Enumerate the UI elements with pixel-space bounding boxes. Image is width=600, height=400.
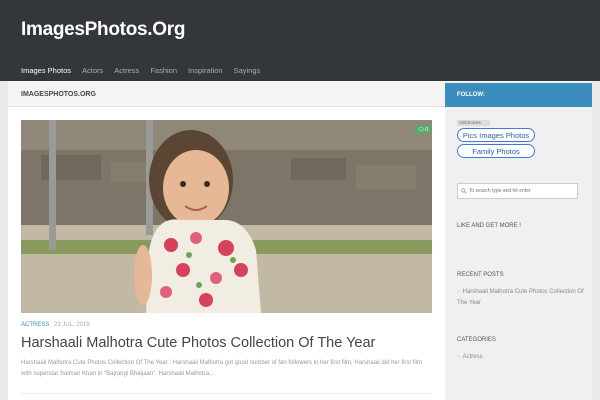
site-header: ImagesPhotos.Org Images Photos Actors Ac…: [0, 0, 600, 81]
recent-post-link[interactable]: Harshaali Malhotra Cute Photos Collectio…: [457, 289, 584, 306]
like-widget-title: LIKE AND GET MORE !: [457, 223, 521, 229]
nav-item-images-photos[interactable]: Images Photos: [21, 66, 71, 75]
comment-count: 0: [425, 126, 429, 133]
post-divider: [21, 393, 432, 394]
nav-item-actress[interactable]: Actress: [114, 66, 139, 75]
post-category-link[interactable]: ACTRESS: [21, 322, 49, 328]
comment-count-badge[interactable]: 🗨 0: [415, 125, 431, 134]
nav-item-inspiration[interactable]: Inspiration: [188, 66, 223, 75]
search-box[interactable]: [457, 183, 578, 199]
breadcrumb-bar: IMAGESPHOTOS.ORG: [8, 81, 445, 107]
recent-post-item[interactable]: ○ Harshaali Malhotra Cute Photos Collecti…: [457, 287, 585, 309]
bullet-icon: ○: [457, 354, 461, 360]
featured-photo-illustration: [21, 120, 432, 313]
follow-bar: FOLLOW:: [445, 83, 592, 107]
nav-item-fashion[interactable]: Fashion: [150, 66, 177, 75]
follow-label: FOLLOW:: [457, 92, 485, 98]
comment-icon: 🗨: [417, 126, 425, 133]
post-title[interactable]: Harshaali Malhotra Cute Photos Collectio…: [21, 335, 375, 351]
post-excerpt: Harshaali Malhotra Cute Photos Collectio…: [21, 360, 423, 377]
search-icon: [461, 188, 467, 194]
post-meta: ACTRESS 23 JUL, 2019: [21, 322, 90, 328]
categories-title: CATEGORIES: [457, 337, 496, 343]
search-input[interactable]: [468, 188, 577, 194]
ad-link-family-photos[interactable]: Family Photos: [457, 144, 535, 158]
post-featured-image[interactable]: [21, 120, 432, 313]
post-date: 23 JUL, 2019: [54, 322, 90, 328]
main-nav: Images Photos Actors Actress Fashion Ins…: [21, 66, 271, 75]
category-link-actress[interactable]: Actress: [463, 354, 483, 360]
nav-item-actors[interactable]: Actors: [82, 66, 103, 75]
category-item[interactable]: ○ Actress: [457, 354, 483, 360]
site-title[interactable]: ImagesPhotos.Org: [21, 19, 185, 41]
sidebar: FOLLOW: AdChoices Pics Images Photos Fam…: [445, 81, 592, 400]
recent-posts-title: RECENT POSTS: [457, 272, 504, 278]
breadcrumb: IMAGESPHOTOS.ORG: [21, 91, 96, 98]
bullet-icon: ○: [457, 289, 461, 295]
nav-item-sayings[interactable]: Sayings: [234, 66, 261, 75]
ad-link-pics-images-photos[interactable]: Pics Images Photos: [457, 128, 535, 142]
adchoices-label[interactable]: AdChoices: [457, 120, 490, 126]
